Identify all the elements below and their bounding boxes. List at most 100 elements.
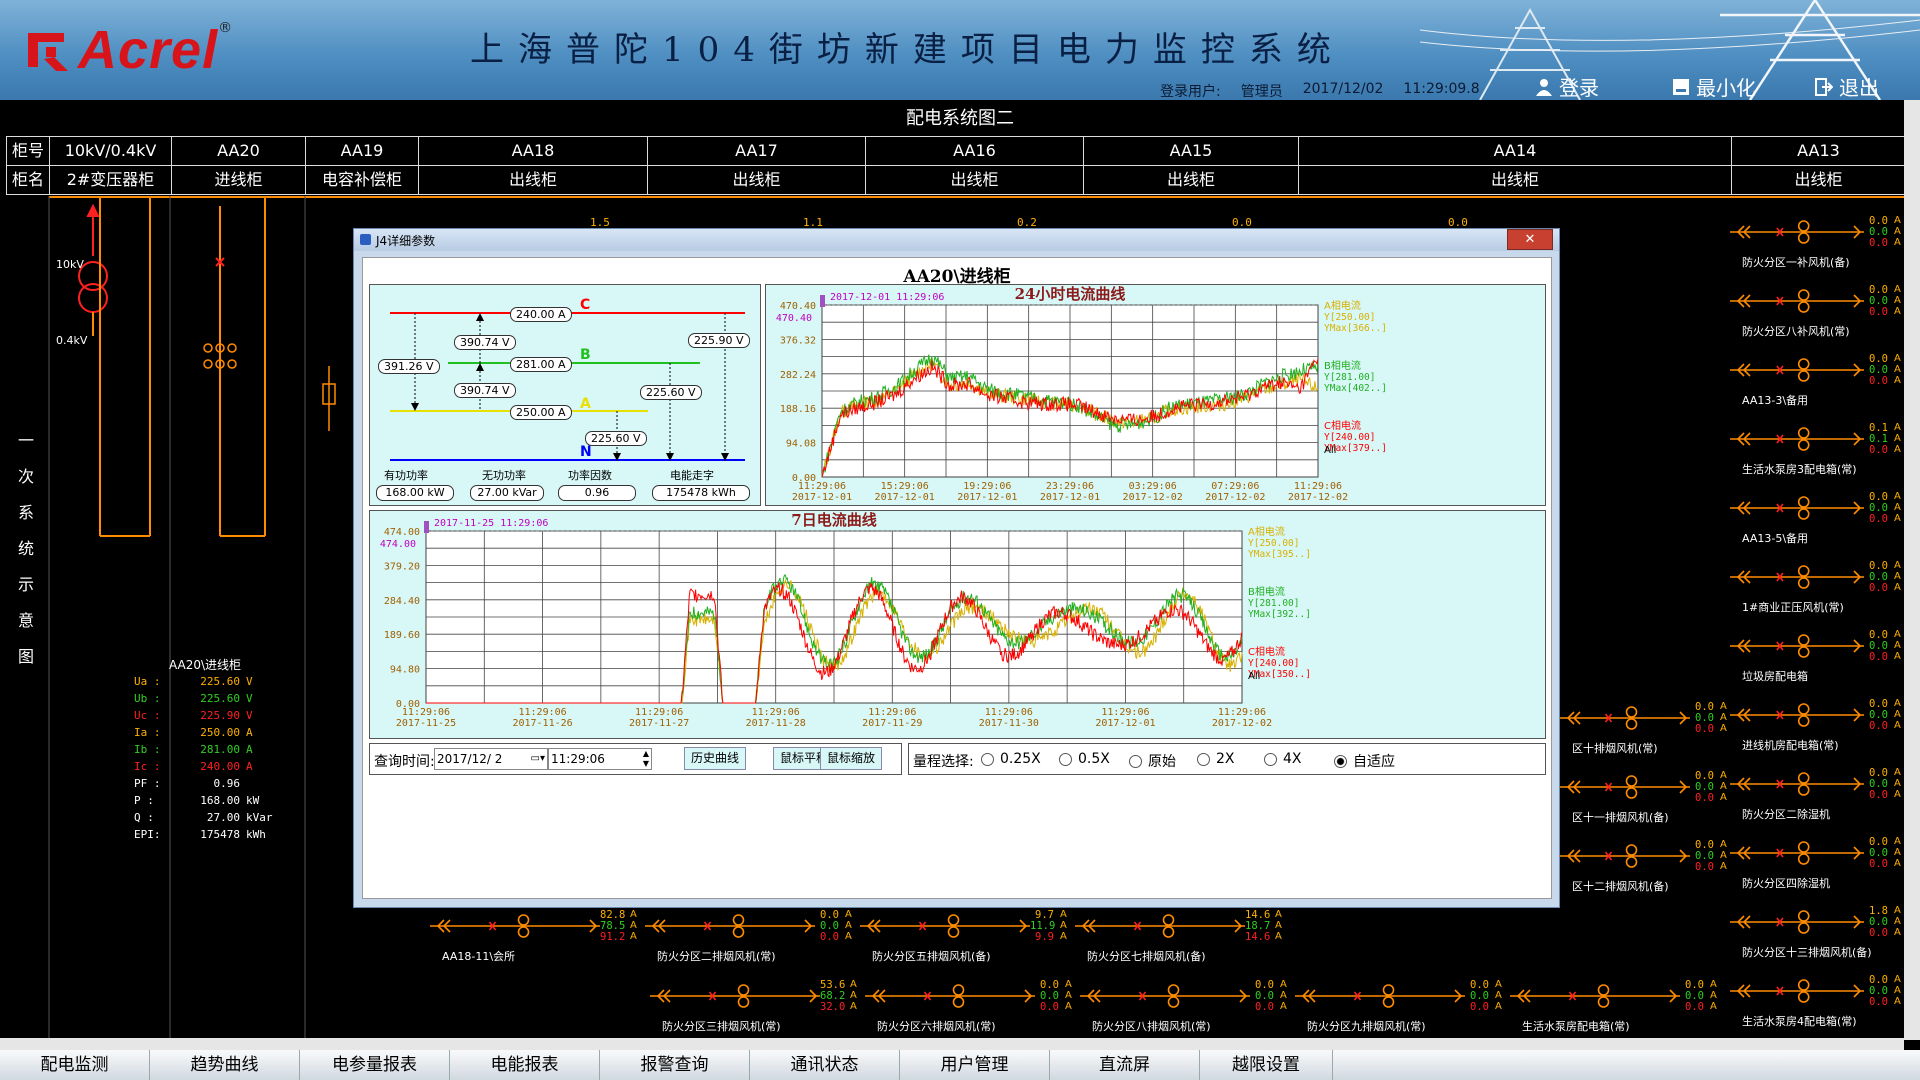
query-date-picker[interactable]: 2017/12/ 2 ▭▾ [434, 748, 548, 770]
feeder-block[interactable]: 0.0 A 0.0 A 0.0 A 生活水泵房4配电箱(常) [1730, 973, 1904, 1033]
range-option[interactable]: 原始 [1129, 751, 1176, 771]
feeder-current-unit: A [1894, 353, 1901, 364]
feeder-current-value: 0.0 [1695, 792, 1714, 804]
feeder-current-value: 0.0 [1470, 1001, 1489, 1013]
feeder-breaker-icon [1075, 914, 1245, 938]
feeder-block[interactable]: 1.8 A 0.0 A 0.0 A 防火分区十三排烟风机(备) [1730, 904, 1904, 964]
minimize-button[interactable]: 最小化 [1672, 72, 1756, 101]
legend-ymax: YMax[366..] [1324, 323, 1387, 334]
range-option[interactable]: 4X [1264, 751, 1302, 767]
feeder-block[interactable]: 9.7 A 11.9 A 9.9 A 防火分区五排烟风机(备) [860, 908, 1070, 968]
ib-value: 281.00 A [510, 357, 572, 372]
feeder-current-unit: A [1894, 215, 1901, 226]
feeder-current-unit: A [1495, 979, 1502, 990]
query-time-label: 查询时间: [374, 754, 435, 770]
range-option[interactable]: 2X [1197, 751, 1235, 767]
feeder-current-value: 0.0 [1685, 1001, 1704, 1013]
feeder-name: AA13-3\备用 [1742, 394, 1809, 407]
range-option[interactable]: 0.25X [981, 751, 1041, 767]
legend-y: Y[250.00] [1324, 312, 1375, 323]
feeder-block[interactable]: 0.0 A 0.0 A 0.0 A 1#商业正压风机(常) [1730, 559, 1904, 619]
feeder-block[interactable]: 0.0 A 0.0 A 0.0 A AA13-5\备用 [1730, 490, 1904, 550]
legend-series-name: All [1324, 445, 1336, 456]
nav-2[interactable]: 电参量报表 [300, 1050, 450, 1080]
range-option[interactable]: 0.5X [1059, 751, 1110, 767]
nav-6[interactable]: 用户管理 [900, 1050, 1050, 1080]
calendar-dropdown-icon[interactable]: ▭▾ [531, 749, 545, 769]
history-curve-button[interactable]: 历史曲线 [684, 747, 746, 770]
feeder-block[interactable]: 82.8 A 78.5 A 91.2 A AA18-11\会所 [430, 908, 640, 968]
y-tick-label: 474.00 [384, 527, 420, 538]
x-tick-date: 2017-11-29 [862, 718, 922, 729]
ymax-label: 474.00 [380, 539, 416, 550]
nav-0[interactable]: 配电监测 [0, 1050, 150, 1080]
dialog-titlebar[interactable]: J4详细参数 ✕ [354, 229, 1559, 251]
chart-24h[interactable]: 24小时电流曲线470.40376.32282.24188.1694.080.0… [766, 285, 1545, 505]
exit-button[interactable]: 退出 [1815, 72, 1879, 101]
feeder-block[interactable]: 0.0 A 0.0 A 0.0 A 区十排烟风机(常) [1560, 700, 1730, 760]
nav-3[interactable]: 电能报表 [450, 1050, 600, 1080]
feeder-block[interactable]: 0.0 A 0.0 A 0.0 A 防火分区一补风机(备) [1730, 214, 1904, 274]
spinner-arrows-icon[interactable]: ▲ ▼ [643, 749, 649, 769]
legend-y: Y[250.00] [1248, 538, 1299, 549]
feeder-current-unit: A [1894, 237, 1901, 248]
energy-box: 175478 kWh [652, 485, 750, 501]
feeder-block[interactable]: 0.0 A 0.0 A 0.0 A 区十二排烟风机(备) [1560, 838, 1730, 898]
feeder-name: 防火分区三排烟风机(常) [662, 1020, 781, 1033]
feeder-breaker-icon [1730, 772, 1864, 796]
vertical-scrollbar[interactable] [1904, 100, 1920, 1040]
query-time-spinner[interactable]: 11:29:06 ▲ ▼ [548, 748, 652, 770]
feeder-current-value: 32.0 [820, 1001, 846, 1013]
nav-8[interactable]: 越限设置 [1200, 1050, 1333, 1080]
nav-5[interactable]: 通讯状态 [750, 1050, 900, 1080]
mouse-zoom-button[interactable]: 鼠标缩放 [820, 747, 882, 770]
feeder-current-unit: A [850, 990, 857, 1001]
nav-7[interactable]: 直流屏 [1050, 1050, 1200, 1080]
feeder-block[interactable]: 0.0 A 0.0 A 0.0 A 垃圾房配电箱 [1730, 628, 1904, 688]
feeder-block[interactable]: 0.0 A 0.0 A 0.0 A 防火分区二除湿机 [1730, 766, 1904, 826]
feeder-block[interactable]: 0.0 A 0.0 A 0.0 A 防火分区四除湿机 [1730, 835, 1904, 895]
cursor-label: 2017-12-01 11:29:06 [830, 292, 944, 303]
aa14-feeders: 0.0 A 0.0 A 0.0 A 区十排烟风机(常) 0.0 A 0.0 A 0.0 A 区十一排烟风机… [1560, 700, 1730, 910]
close-button[interactable]: ✕ [1507, 229, 1553, 250]
feeder-block[interactable]: 53.6 A 68.2 A 32.0 A 防火分区三排烟风机(常) [650, 978, 860, 1038]
feeder-block[interactable]: 0.0 A 0.0 A 0.0 A 进线机房配电箱(常) [1730, 697, 1904, 757]
feeder-block[interactable]: 0.0 A 0.0 A 0.0 A 生活水泵房配电箱(常) [1510, 978, 1720, 1038]
feeder-block[interactable]: 14.6 A 18.7 A 14.6 A 防火分区七排烟风机(备) [1075, 908, 1285, 968]
feeder-current-unit: A [845, 909, 852, 920]
feeder-block[interactable]: 0.0 A 0.0 A 0.0 A 区十一排烟风机(备) [1560, 769, 1730, 829]
chart-title: 24小时电流曲线 [1015, 285, 1126, 303]
chart-title: 7日电流曲线 [791, 511, 876, 529]
feeder-breaker-icon [865, 984, 1035, 1008]
cabinet-name: 出线柜 [1298, 166, 1731, 194]
feeder-current-unit: A [630, 909, 637, 920]
horizontal-scrollbar[interactable] [0, 1038, 1904, 1050]
side-char: 示 [18, 575, 35, 594]
login-button[interactable]: 登录 [1535, 72, 1599, 101]
readout-unit: A [246, 760, 253, 773]
feeder-current-unit: A [1894, 905, 1901, 916]
feeder-block[interactable]: 0.1 A 0.1 A 0.0 A 生活水泵房3配电箱(常) [1730, 421, 1904, 481]
feeder-block[interactable]: 0.0 A 0.0 A 0.0 A 防火分区八补风机(常) [1730, 283, 1904, 343]
feeder-current-unit: A [1894, 709, 1901, 720]
side-char: 系 [18, 503, 35, 522]
feeder-current-unit: A [1720, 701, 1727, 712]
feeder-block[interactable]: 0.0 A 0.0 A 0.0 A AA13-3\备用 [1730, 352, 1904, 412]
range-option[interactable]: 自适应 [1334, 751, 1395, 771]
feeder-current-unit: A [1894, 985, 1901, 996]
lv-label: 0.4kV [56, 334, 88, 347]
feeder-block[interactable]: 0.0 A 0.0 A 0.0 A 防火分区九排烟风机(常) [1295, 978, 1505, 1038]
legend-series-name: C相电流 [1324, 419, 1361, 432]
feeder-current-unit: A [1894, 767, 1901, 778]
chart-7d-panel: 7日电流曲线 474.00 379.20 284.40 189.60 94.80 0.00 4… [369, 510, 1546, 739]
feeder-block[interactable]: 0.0 A 0.0 A 0.0 A 防火分区二排烟风机(常) [645, 908, 855, 968]
feeder-name: 防火分区五排烟风机(备) [872, 950, 991, 963]
feeder-block[interactable]: 0.0 A 0.0 A 0.0 A 防火分区八排烟风机(常) [1080, 978, 1290, 1038]
dialog-body: AA20\进线柜 C B A N 240.00 A 281.00 A 250.0… [362, 257, 1552, 899]
nav-1[interactable]: 趋势曲线 [150, 1050, 300, 1080]
chart-7d[interactable]: 7日电流曲线474.00379.20284.40189.6094.800.004… [370, 511, 1545, 738]
legend-ymax: YMax[402..] [1324, 383, 1387, 394]
nav-4[interactable]: 报警查询 [600, 1050, 750, 1080]
feeder-block[interactable]: 0.0 A 0.0 A 0.0 A 防火分区六排烟风机(常) [865, 978, 1075, 1038]
feeder-current-value: 0.0 [1869, 720, 1888, 732]
